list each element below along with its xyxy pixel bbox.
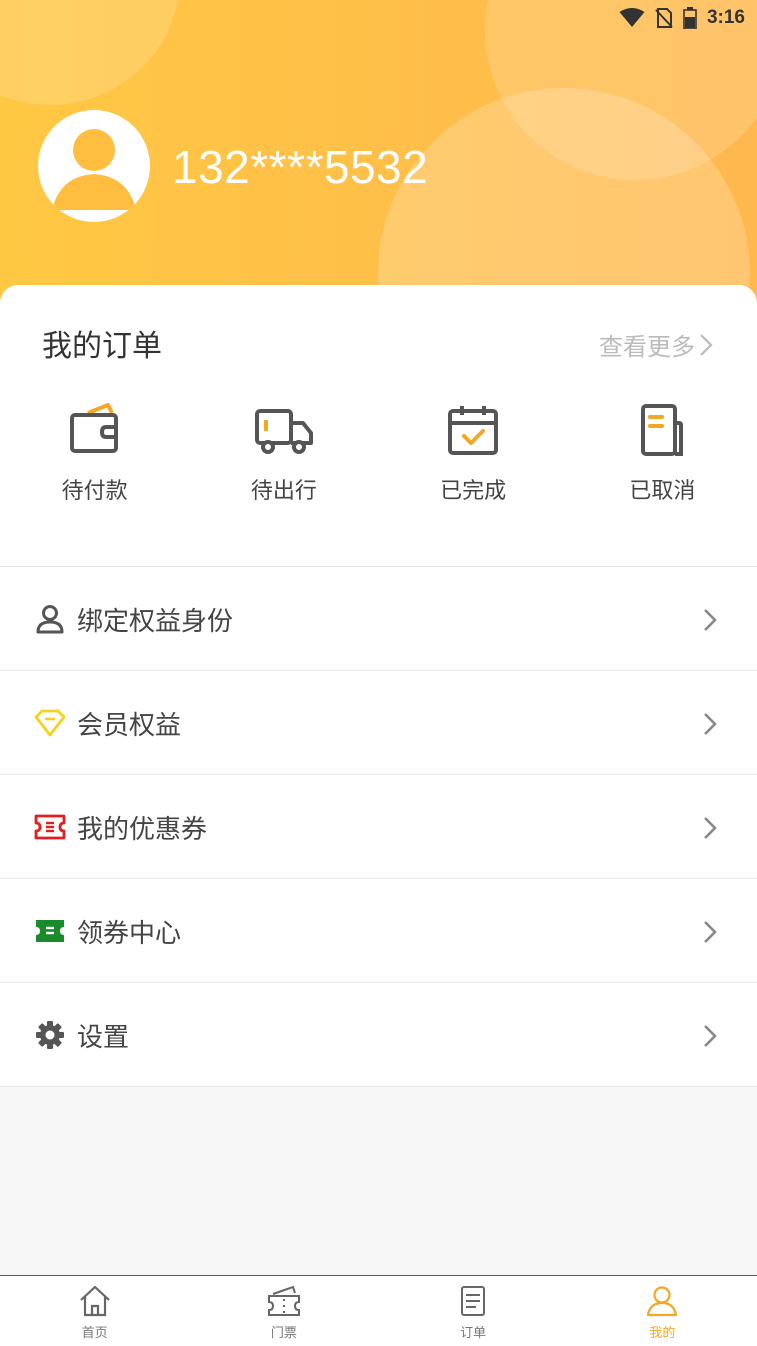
order-cancelled[interactable]: 已取消 — [568, 403, 757, 505]
default-avatar-icon — [43, 115, 145, 217]
wallet-icon — [69, 403, 118, 453]
order-pending-trip[interactable]: 待出行 — [189, 403, 378, 505]
coupon-icon — [34, 814, 66, 840]
profile-header: 3:16 132****5532 — [0, 0, 757, 320]
menu-item-member-benefits[interactable]: 会员权益 — [0, 671, 757, 775]
nav-home-label: 首页 — [81, 1326, 108, 1341]
orders-title: 我的订单 — [42, 329, 162, 364]
status-time: 3:16 — [706, 7, 745, 28]
menu-icon-wrap — [34, 811, 66, 843]
menu-item-label: 我的优惠券 — [77, 815, 208, 845]
chevron-right-icon — [704, 713, 717, 735]
order-cancelled-label: 已取消 — [629, 479, 696, 504]
avatar[interactable] — [38, 110, 150, 222]
diamond-icon — [34, 709, 66, 737]
order-list-icon — [461, 1286, 486, 1316]
nav-profile[interactable]: 我的 — [568, 1276, 757, 1346]
nav-tickets[interactable]: 门票 — [189, 1276, 378, 1346]
home-icon — [79, 1285, 110, 1317]
chevron-right-icon — [704, 921, 717, 943]
battery-icon — [683, 7, 697, 29]
chevron-right-icon — [704, 609, 717, 631]
order-pending-payment-label: 待付款 — [61, 479, 128, 504]
orders-card: 我的订单 查看更多 待付款 待出行 已完成 已取消 — [0, 285, 757, 566]
no-sim-icon — [655, 8, 673, 28]
ticket-icon — [267, 1285, 300, 1316]
menu-item-settings[interactable]: 设置 — [0, 983, 757, 1087]
menu-item-coupon-center[interactable]: 领券中心 — [0, 879, 757, 983]
status-bar: 3:16 — [619, 0, 757, 36]
chevron-right-icon — [700, 333, 713, 356]
bottom-nav: 首页 门票 订单 我的 — [0, 1275, 757, 1346]
menu-item-label: 绑定权益身份 — [77, 607, 234, 637]
document-icon — [641, 404, 684, 456]
view-more-link[interactable]: 查看更多 — [599, 327, 713, 362]
chevron-right-icon — [704, 817, 717, 839]
order-completed-label: 已完成 — [440, 479, 507, 504]
menu-item-label: 领券中心 — [77, 919, 182, 949]
nav-orders[interactable]: 订单 — [379, 1276, 568, 1346]
menu-item-label: 设置 — [77, 1023, 130, 1053]
menu-item-my-coupons[interactable]: 我的优惠券 — [0, 775, 757, 879]
truck-icon — [254, 409, 313, 454]
gear-icon — [36, 1021, 64, 1049]
wifi-icon — [619, 8, 645, 27]
user-icon — [36, 605, 64, 634]
menu-icon-wrap — [34, 603, 66, 635]
order-status-row: 待付款 待出行 已完成 已取消 — [0, 403, 757, 505]
menu-icon-wrap — [34, 707, 66, 739]
order-pending-trip-label: 待出行 — [250, 479, 317, 504]
nav-profile-label: 我的 — [649, 1326, 676, 1341]
profile-icon — [647, 1286, 678, 1317]
view-more-label: 查看更多 — [599, 333, 695, 361]
menu-icon-wrap — [34, 1019, 66, 1051]
nav-tickets-label: 门票 — [270, 1326, 297, 1341]
nav-orders-label: 订单 — [460, 1326, 487, 1341]
menu-item-bind-identity[interactable]: 绑定权益身份 — [0, 567, 757, 671]
user-phone: 132****5532 — [172, 141, 429, 193]
calendar-check-icon — [448, 406, 499, 455]
chevron-right-icon — [704, 1025, 717, 1047]
menu-item-label: 会员权益 — [77, 711, 182, 741]
order-pending-payment[interactable]: 待付款 — [0, 403, 189, 505]
header-decoration — [0, 0, 180, 105]
menu-icon-wrap — [34, 915, 66, 947]
menu-list: 绑定权益身份 会员权益 我的优惠券 领券中心 设置 — [0, 566, 757, 1087]
nav-home[interactable]: 首页 — [0, 1276, 189, 1346]
order-completed[interactable]: 已完成 — [379, 403, 568, 505]
ticket-icon — [36, 920, 64, 942]
